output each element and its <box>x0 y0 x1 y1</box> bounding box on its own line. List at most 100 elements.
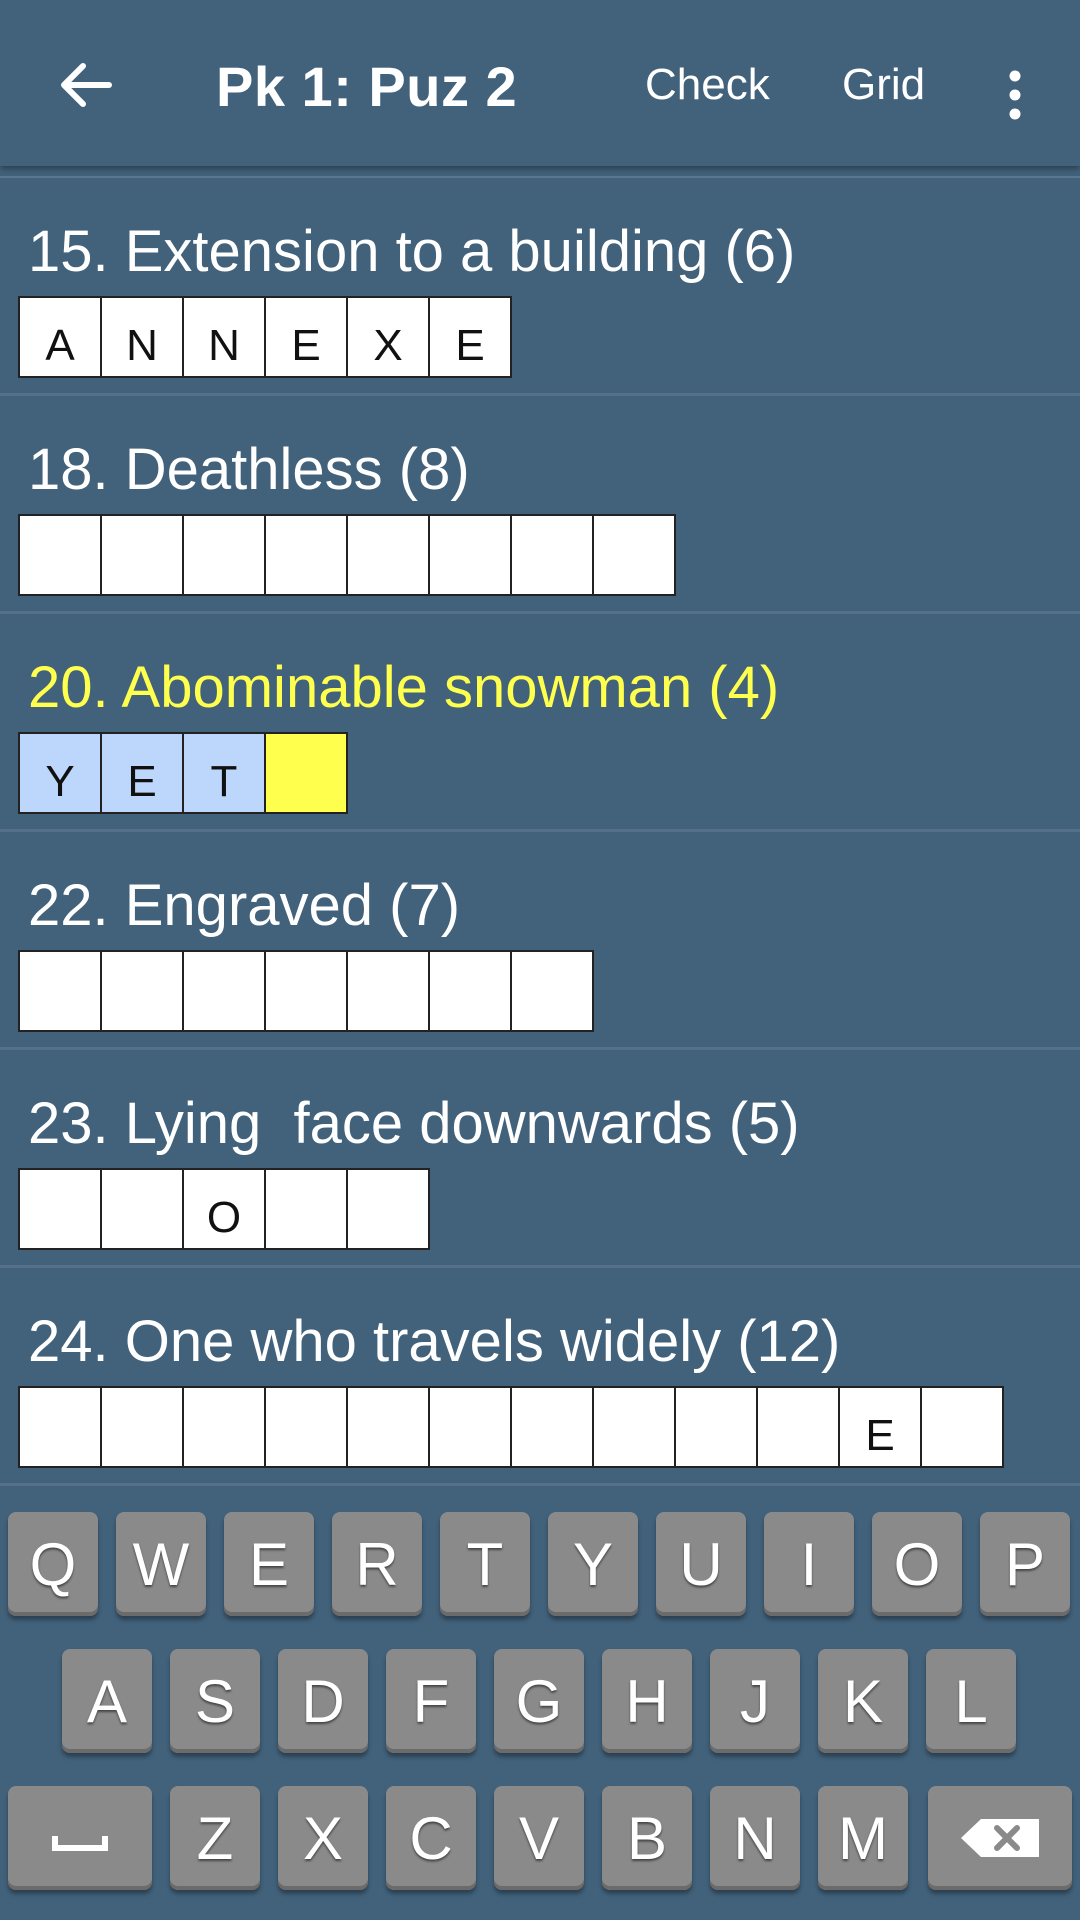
key-e[interactable]: E <box>224 1512 314 1616</box>
answer-cell[interactable]: E <box>838 1386 922 1468</box>
key-d[interactable]: D <box>278 1649 368 1753</box>
cell-letter: A <box>45 321 75 370</box>
key-y[interactable]: Y <box>548 1512 638 1616</box>
backspace-key[interactable] <box>928 1786 1072 1890</box>
key-k[interactable]: K <box>818 1649 908 1753</box>
answer-cells <box>18 514 676 596</box>
key-b[interactable]: B <box>602 1786 692 1890</box>
answer-cells: A N N EXE <box>18 296 512 378</box>
answer-cell[interactable] <box>100 950 184 1032</box>
answer-cell[interactable]: O <box>182 1168 266 1250</box>
cell-letter: O <box>206 1193 242 1242</box>
more-vert-icon <box>1009 70 1021 120</box>
key-r[interactable]: R <box>332 1512 422 1616</box>
answer-cells: YET <box>18 732 348 814</box>
key-m[interactable]: M <box>818 1786 908 1890</box>
answer-cell[interactable] <box>428 514 512 596</box>
clue-label: 23. Lying face downwards (5) <box>28 1091 800 1156</box>
clue-label: 15. Extension to a building (6) <box>28 219 796 284</box>
key-s[interactable]: S <box>170 1649 260 1753</box>
check-button[interactable]: Check <box>645 60 770 110</box>
key-o[interactable]: O <box>872 1512 962 1616</box>
answer-cell[interactable]: N <box>100 296 184 378</box>
clue-label: 24. One who travels widely (12) <box>28 1309 841 1374</box>
answer-cell[interactable] <box>756 1386 840 1468</box>
key-q[interactable]: Q <box>8 1512 98 1616</box>
answer-cell[interactable] <box>674 1386 758 1468</box>
key-a[interactable]: A <box>62 1649 152 1753</box>
key-v[interactable]: V <box>494 1786 584 1890</box>
answer-cell[interactable] <box>510 1386 594 1468</box>
key-t[interactable]: T <box>440 1512 530 1616</box>
key-l[interactable]: L <box>926 1649 1016 1753</box>
answer-cell[interactable] <box>264 1386 348 1468</box>
answer-cell[interactable] <box>264 514 348 596</box>
space-bar-icon <box>52 1836 108 1851</box>
key-j[interactable]: J <box>710 1649 800 1753</box>
answer-cell[interactable] <box>18 950 102 1032</box>
answer-cell[interactable] <box>510 514 594 596</box>
answer-cell[interactable] <box>428 950 512 1032</box>
key-n[interactable]: N <box>710 1786 800 1890</box>
answer-cell[interactable] <box>264 732 348 814</box>
answer-cell[interactable] <box>920 1386 1004 1468</box>
answer-cell[interactable] <box>100 1168 184 1250</box>
key-z[interactable]: Z <box>170 1786 260 1890</box>
more-options-button[interactable] <box>985 55 1045 135</box>
key-x[interactable]: X <box>278 1786 368 1890</box>
answer-cells <box>18 950 594 1032</box>
cell-letter: N <box>126 321 158 370</box>
cell-letter: T <box>210 757 238 806</box>
answer-cell[interactable] <box>346 950 430 1032</box>
space-key[interactable] <box>8 1786 152 1890</box>
answer-cell[interactable] <box>182 514 266 596</box>
answer-cell[interactable] <box>100 1386 184 1468</box>
answer-cell[interactable]: E <box>100 732 184 814</box>
answer-cell[interactable]: T <box>182 732 266 814</box>
answer-cell[interactable] <box>264 1168 348 1250</box>
answer-cell[interactable] <box>428 1386 512 1468</box>
key-c[interactable]: C <box>386 1786 476 1890</box>
answer-cell[interactable] <box>592 1386 676 1468</box>
clue-item[interactable]: 15. Extension to a building (6) A N N E X E <box>0 178 1080 396</box>
answer-cell[interactable]: E <box>264 296 348 378</box>
clue-item[interactable]: 20. Abominable snowman (4) Y E T <box>0 614 1080 832</box>
backspace-icon <box>961 1819 1039 1857</box>
answer-cell[interactable]: X <box>346 296 430 378</box>
answer-cell[interactable] <box>346 514 430 596</box>
cell-letter: Y <box>45 757 75 806</box>
answer-cell[interactable] <box>592 514 676 596</box>
answer-cell[interactable] <box>18 514 102 596</box>
answer-cell[interactable] <box>18 1168 102 1250</box>
key-u[interactable]: U <box>656 1512 746 1616</box>
clue-item[interactable]: 24. One who travels widely (12) E <box>0 1268 1080 1486</box>
key-g[interactable]: G <box>494 1649 584 1753</box>
answer-cell[interactable] <box>264 950 348 1032</box>
key-h[interactable]: H <box>602 1649 692 1753</box>
clue-label: 22. Engraved (7) <box>28 873 461 938</box>
cell-letter: E <box>865 1411 895 1460</box>
answer-cell[interactable]: E <box>428 296 512 378</box>
answer-cell[interactable] <box>346 1386 430 1468</box>
answer-cell[interactable] <box>100 514 184 596</box>
clue-item[interactable]: 23. Lying face downwards (5) O <box>0 1050 1080 1268</box>
key-w[interactable]: W <box>116 1512 206 1616</box>
grid-button[interactable]: Grid <box>842 60 925 110</box>
answer-cell[interactable]: N <box>182 296 266 378</box>
key-f[interactable]: F <box>386 1649 476 1753</box>
answer-cell[interactable] <box>182 1386 266 1468</box>
answer-cell[interactable] <box>182 950 266 1032</box>
answer-cell[interactable] <box>18 1386 102 1468</box>
answer-cells: E <box>18 1386 1004 1468</box>
cell-letter: N <box>208 321 240 370</box>
clue-item[interactable]: 22. Engraved (7) <box>0 832 1080 1050</box>
answer-cell[interactable]: A <box>18 296 102 378</box>
cell-letter: E <box>291 321 321 370</box>
key-p[interactable]: P <box>980 1512 1070 1616</box>
key-i[interactable]: I <box>764 1512 854 1616</box>
answer-cell[interactable]: Y <box>18 732 102 814</box>
back-button[interactable] <box>40 45 130 125</box>
clue-item[interactable]: 18. Deathless (8) <box>0 396 1080 614</box>
answer-cell[interactable] <box>510 950 594 1032</box>
answer-cell[interactable] <box>346 1168 430 1250</box>
